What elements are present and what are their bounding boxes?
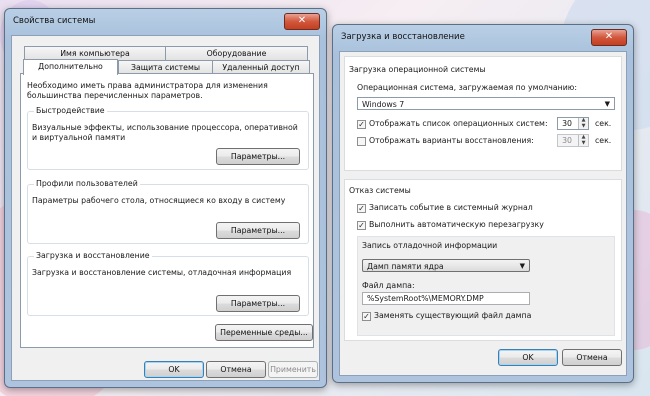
title-bar[interactable]: Загрузка и восстановление ✕: [333, 25, 633, 49]
tab-system-protection[interactable]: Защита системы: [118, 60, 213, 74]
startup-recovery-group: Загрузка и восстановление Загрузка и вос…: [27, 251, 309, 316]
user-profiles-description: Параметры рабочего стола, относящиеся ко…: [32, 196, 286, 205]
startup-recovery-settings-button[interactable]: Параметры...: [216, 295, 300, 312]
admin-note: Необходимо иметь права администратора дл…: [27, 81, 268, 100]
os-boot-section: Загрузка операционной системы Операционн…: [344, 56, 622, 171]
title-bar[interactable]: Свойства системы ✕: [5, 9, 326, 33]
tab-computer-name[interactable]: Имя компьютера: [24, 46, 166, 60]
user-profiles-settings-button[interactable]: Параметры...: [216, 222, 300, 239]
window-title: Загрузка и восстановление: [341, 32, 465, 42]
debug-type-dropdown[interactable]: Дамп памяти ядра ▼: [362, 259, 530, 272]
show-recovery-value: 30: [562, 136, 572, 145]
window-client: Загрузка операционной системы Операционн…: [339, 51, 627, 376]
show-os-list-label: Отображать список операционных систем:: [369, 119, 548, 128]
debug-info-group: Запись отладочной информации Дамп памяти…: [357, 236, 615, 336]
sec-unit-label: сек.: [595, 119, 612, 128]
auto-restart-label: Выполнить автоматическую перезагрузку: [369, 220, 544, 229]
show-os-list-checkbox[interactable]: ✓: [357, 120, 366, 129]
performance-title: Быстродействие: [34, 106, 107, 115]
show-os-list-seconds[interactable]: 30 ▲ ▼: [557, 117, 589, 130]
close-button[interactable]: ✕: [591, 29, 627, 46]
cancel-button[interactable]: Отмена: [562, 349, 622, 366]
show-os-list-value: 30: [562, 119, 572, 128]
spin-arrows-icon[interactable]: ▲ ▼: [578, 117, 588, 129]
default-os-dropdown[interactable]: Windows 7 ▼: [357, 97, 615, 110]
tab-remote-access[interactable]: Удаленный доступ: [212, 60, 310, 74]
spin-arrows-icon[interactable]: ▲ ▼: [578, 134, 588, 146]
system-failure-title: Отказ системы: [349, 186, 411, 195]
chevron-down-icon: ▼: [519, 262, 525, 270]
close-button[interactable]: ✕: [284, 13, 320, 30]
auto-restart-checkbox[interactable]: ✓: [357, 221, 366, 230]
system-failure-section: Отказ системы ✓ Записать событие в систе…: [344, 179, 622, 341]
dump-file-label: Файл дампа:: [362, 281, 415, 290]
environment-variables-button[interactable]: Переменные среды...: [215, 324, 313, 341]
os-boot-title: Загрузка операционной системы: [349, 65, 486, 74]
window-title: Свойства системы: [13, 16, 96, 26]
default-os-value: Windows 7: [362, 100, 405, 109]
user-profiles-title: Профили пользователей: [34, 179, 140, 188]
write-event-checkbox[interactable]: ✓: [357, 204, 366, 213]
show-recovery-label: Отображать варианты восстановления:: [369, 136, 534, 145]
apply-button[interactable]: Применить: [268, 361, 318, 378]
overwrite-dump-checkbox[interactable]: ✓: [362, 312, 371, 321]
performance-description: Визуальные эффекты, использование процес…: [32, 123, 298, 142]
user-profiles-group: Профили пользователей Параметры рабочего…: [27, 179, 309, 244]
advanced-tab-panel: Необходимо иметь права администратора дл…: [20, 73, 314, 348]
show-recovery-checkbox[interactable]: [357, 137, 366, 146]
system-properties-window: Свойства системы ✕ Имя компьютера Оборуд…: [4, 8, 327, 388]
default-os-label: Операционная система, загружаемая по умо…: [357, 83, 577, 92]
overwrite-dump-label: Заменять существующий файл дампа: [374, 311, 532, 320]
debug-info-title: Запись отладочной информации: [362, 241, 498, 250]
cancel-button[interactable]: Отмена: [206, 361, 266, 378]
performance-settings-button[interactable]: Параметры...: [216, 148, 300, 165]
startup-recovery-window: Загрузка и восстановление ✕ Загрузка опе…: [332, 24, 634, 383]
ok-button[interactable]: OK: [498, 349, 558, 366]
write-event-label: Записать событие в системный журнал: [369, 203, 533, 212]
startup-recovery-description: Загрузка и восстановление системы, отлад…: [32, 268, 292, 277]
tab-advanced[interactable]: Дополнительно: [23, 59, 118, 75]
tab-hardware[interactable]: Оборудование: [165, 46, 308, 60]
ok-button[interactable]: OK: [144, 361, 204, 378]
debug-type-value: Дамп памяти ядра: [367, 262, 444, 271]
dump-file-input[interactable]: %SystemRoot%\MEMORY.DMP: [362, 292, 530, 305]
performance-group: Быстродействие Визуальные эффекты, испол…: [27, 106, 309, 170]
chevron-down-icon: ▼: [604, 100, 610, 108]
startup-recovery-title: Загрузка и восстановление: [34, 251, 152, 260]
sec-unit-label: сек.: [595, 136, 612, 145]
window-client: Имя компьютера Оборудование Дополнительн…: [11, 35, 320, 381]
show-recovery-seconds[interactable]: 30 ▲ ▼: [557, 134, 589, 147]
